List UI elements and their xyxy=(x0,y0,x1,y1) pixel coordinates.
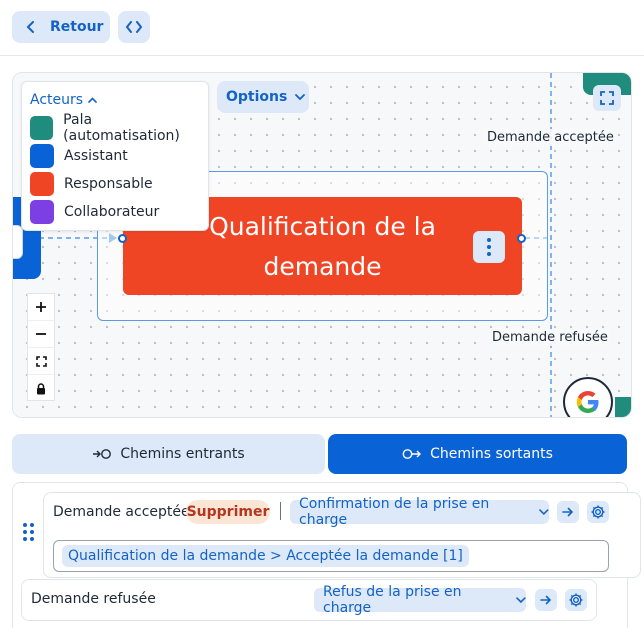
options-label: Options xyxy=(226,89,288,105)
lock-button[interactable] xyxy=(28,375,54,402)
delete-path-button[interactable]: Supprimer xyxy=(186,500,270,524)
step-node-menu-button[interactable] xyxy=(473,231,505,263)
path-name: Demande refusée xyxy=(31,591,156,607)
minus-icon xyxy=(36,333,46,335)
legend-item-collaborateur: Collaborateur xyxy=(30,200,159,224)
drag-dot xyxy=(30,523,34,527)
plus-icon xyxy=(36,302,46,312)
condition-chip[interactable]: Qualification de la demande > Acceptée l… xyxy=(62,545,469,567)
next-step-node-bottom[interactable] xyxy=(615,397,631,417)
legend-item-pala: Pala (automatisation) xyxy=(30,112,208,144)
go-to-step-button[interactable] xyxy=(557,501,579,523)
drag-dot xyxy=(30,530,34,534)
target-step-select[interactable]: Refus de la prise en charge xyxy=(314,584,526,616)
code-icon xyxy=(126,21,142,33)
flow-canvas[interactable]: Qualification de la demande Demande acce… xyxy=(12,72,632,418)
drag-dot xyxy=(30,537,34,541)
legend-item-label: Assistant xyxy=(64,148,128,164)
page: Retour Qualification de la demande Deman… xyxy=(0,0,644,628)
path-settings-button[interactable] xyxy=(587,501,609,523)
divider xyxy=(280,502,281,520)
legend-item-responsable: Responsable xyxy=(30,172,153,196)
target-step-value: Refus de la prise en charge xyxy=(323,584,462,616)
tab-outgoing-label: Chemins sortants xyxy=(430,446,553,462)
legend-swatch xyxy=(30,144,54,168)
actors-legend-toggle[interactable]: Acteurs xyxy=(30,92,97,108)
output-port[interactable] xyxy=(517,234,526,243)
drag-dot xyxy=(23,530,27,534)
arrow-right-icon xyxy=(562,507,574,517)
condition-input[interactable]: Qualification de la demande > Acceptée l… xyxy=(53,540,609,572)
arrow-right-icon xyxy=(540,595,552,605)
actors-legend: Acteurs Pala (automatisation) Assistant … xyxy=(21,81,209,231)
gear-icon xyxy=(591,505,605,519)
fit-view-button[interactable] xyxy=(28,348,54,375)
more-vertical-icon-dot xyxy=(487,245,491,249)
tab-incoming-paths[interactable]: Chemins entrants xyxy=(12,434,325,474)
edge-label-accepted: Demande acceptée xyxy=(485,129,616,146)
tab-incoming-label: Chemins entrants xyxy=(120,446,245,462)
input-port[interactable] xyxy=(118,234,127,243)
fit-view-icon xyxy=(35,355,47,367)
path-card-accepted: Demande acceptée Supprimer Confirmation … xyxy=(43,492,641,578)
legend-swatch xyxy=(30,200,54,224)
step-node-title-line2: demande xyxy=(263,252,382,281)
lock-icon xyxy=(37,382,45,394)
chevron-down-icon xyxy=(516,596,526,603)
path-card-refused: Demande refusée Refus de la prise en cha… xyxy=(21,579,597,621)
target-step-value: Confirmation de la prise en charge xyxy=(299,496,490,528)
target-step-select[interactable]: Confirmation de la prise en charge xyxy=(290,496,549,528)
zoom-controls xyxy=(27,293,55,401)
paths-tabs: Chemins entrants Chemins sortants xyxy=(12,434,627,474)
legend-item-assistant: Assistant xyxy=(30,144,128,168)
top-toolbar: Retour xyxy=(0,0,644,56)
path-settings-button[interactable] xyxy=(565,589,587,611)
options-dropdown[interactable]: Options xyxy=(217,81,309,113)
gear-icon xyxy=(569,593,583,607)
drag-dot xyxy=(23,537,27,541)
chevron-up-icon xyxy=(88,97,97,103)
outgoing-path-icon xyxy=(402,449,422,459)
legend-swatch xyxy=(30,116,54,140)
back-button[interactable]: Retour xyxy=(12,11,110,43)
legend-swatch xyxy=(30,172,54,196)
chevron-down-icon xyxy=(295,93,306,100)
zoom-in-button[interactable] xyxy=(28,294,54,321)
chevron-down-icon xyxy=(539,508,549,515)
path-name: Demande acceptée xyxy=(53,504,190,520)
go-to-step-button[interactable] xyxy=(535,589,557,611)
edge-label-refused: Demande refusée xyxy=(490,329,610,346)
more-vertical-icon-dot xyxy=(487,252,491,256)
actors-legend-title: Acteurs xyxy=(30,92,84,108)
drag-dot xyxy=(23,523,27,527)
previous-step-handle xyxy=(13,225,23,259)
tab-outgoing-paths[interactable]: Chemins sortants xyxy=(328,434,627,474)
code-view-button[interactable] xyxy=(118,11,150,43)
expand-icon xyxy=(600,91,614,105)
outgoing-paths-list: Demande acceptée Supprimer Confirmation … xyxy=(12,482,641,628)
zoom-out-button[interactable] xyxy=(28,321,54,348)
canvas-fullscreen-button[interactable] xyxy=(593,85,621,111)
drag-handle-icon[interactable] xyxy=(23,523,35,541)
back-button-label: Retour xyxy=(50,19,104,35)
chevron-left-icon xyxy=(27,21,34,33)
more-vertical-icon xyxy=(487,238,491,242)
legend-item-label: Responsable xyxy=(64,176,153,192)
incoming-path-icon xyxy=(93,449,112,459)
legend-item-label: Pala (automatisation) xyxy=(63,112,180,144)
legend-item-label: Collaborateur xyxy=(64,204,160,220)
google-icon xyxy=(576,391,599,413)
